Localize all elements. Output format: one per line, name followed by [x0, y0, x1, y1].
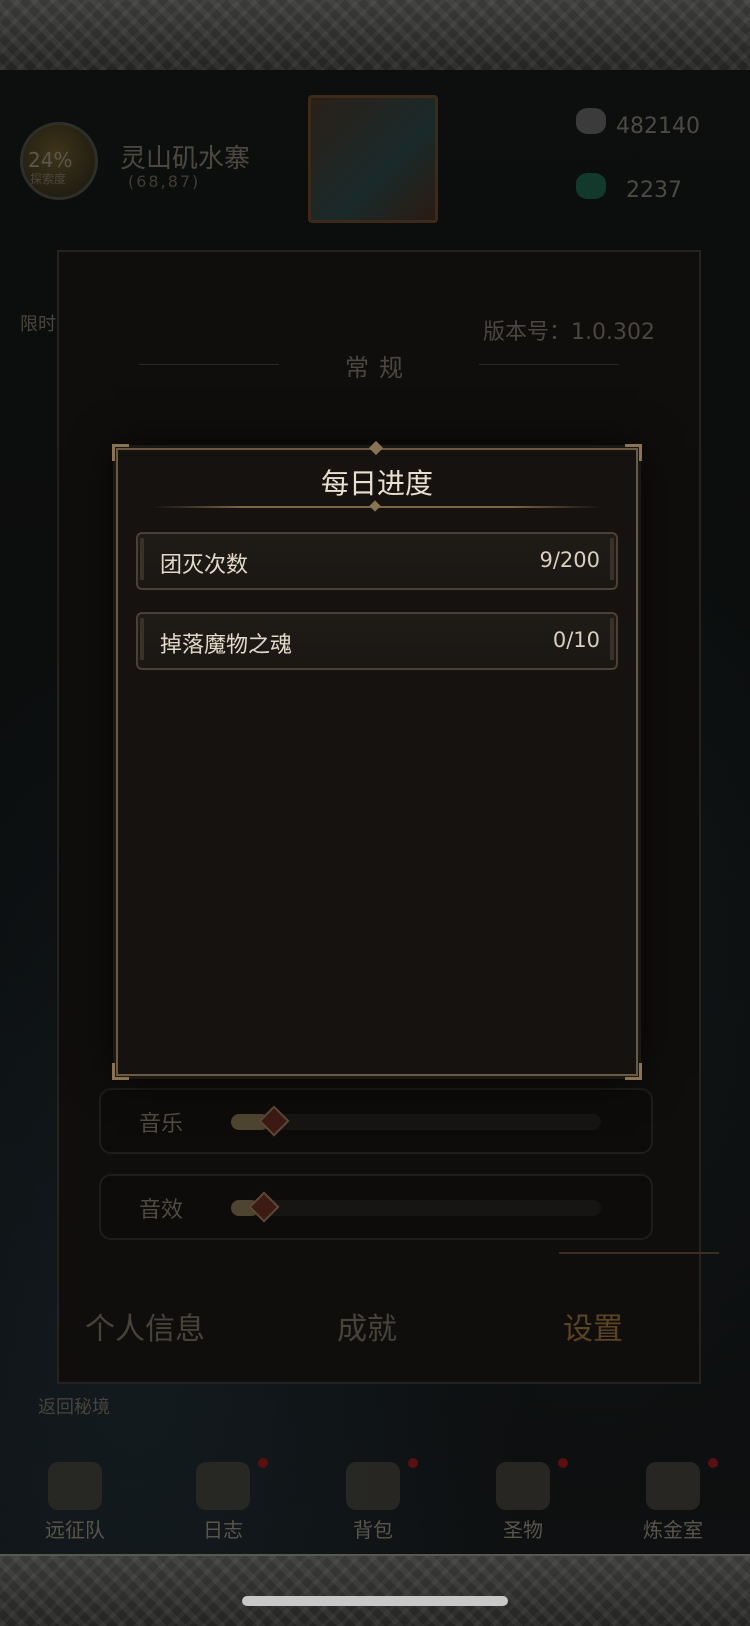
sfx-slider-row: 音效 — [99, 1174, 653, 1240]
divider — [139, 364, 279, 365]
backpack-icon — [346, 1462, 400, 1510]
music-slider-row: 音乐 — [99, 1088, 653, 1154]
divider — [479, 364, 619, 365]
alchemy-icon — [646, 1462, 700, 1510]
sfx-slider-knob[interactable] — [248, 1191, 280, 1223]
progress-row-monster-souls: 掉落魔物之魂 0/10 — [136, 612, 618, 670]
home-indicator[interactable] — [242, 1596, 508, 1606]
sfx-slider-track[interactable] — [231, 1191, 601, 1223]
daily-progress-modal: 每日进度 团灭次数 9/200 掉落魔物之魂 0/10 — [112, 440, 642, 1080]
relic-icon — [496, 1462, 550, 1510]
nav-journal: 日志 — [168, 1458, 278, 1552]
music-slider-track[interactable] — [231, 1105, 601, 1137]
currency-silver: 482140 — [616, 114, 700, 139]
green-gem-icon — [576, 173, 606, 199]
nav-label: 圣物 — [503, 1518, 543, 1542]
limited-event-label: 限时 — [20, 314, 56, 335]
progress-name: 团灭次数 — [160, 553, 249, 578]
bottom-bezel — [0, 1554, 750, 1626]
silver-ore-icon — [576, 108, 606, 134]
progress-value: 0/10 — [552, 628, 600, 652]
version-label: 版本号：1.0.302 — [483, 320, 655, 345]
nav-alchemy: 炼金室 — [618, 1458, 728, 1552]
music-label: 音乐 — [139, 1112, 184, 1137]
boss-portrait — [308, 95, 438, 223]
progress-row-team-wipes: 团灭次数 9/200 — [136, 532, 618, 590]
music-slider-knob[interactable] — [258, 1105, 290, 1137]
explore-progress-label: 探索度 — [30, 172, 67, 186]
settings-panel-tabs: 个人信息 成就 设置 — [59, 1282, 699, 1362]
location-name: 灵山矶水寨 — [120, 144, 251, 174]
nav-label: 炼金室 — [643, 1518, 703, 1542]
tab-profile[interactable]: 个人信息 — [85, 1304, 205, 1348]
active-tab-indicator — [559, 1252, 719, 1254]
progress-name: 掉落魔物之魂 — [160, 633, 293, 658]
top-bezel — [0, 0, 750, 72]
notification-dot — [258, 1458, 268, 1468]
return-to-realm-link: 返回秘境 — [38, 1397, 110, 1418]
currency-gem: 2237 — [626, 178, 682, 203]
location-coords: (68,87) — [128, 172, 201, 191]
helmet-icon — [48, 1462, 102, 1510]
tab-settings[interactable]: 设置 — [563, 1304, 623, 1348]
tab-achievements[interactable]: 成就 — [337, 1304, 397, 1348]
frame-corner — [112, 1063, 129, 1080]
frame-corner — [625, 444, 642, 461]
nav-relics: 圣物 — [468, 1458, 578, 1552]
notification-dot — [708, 1458, 718, 1468]
nav-label: 远征队 — [45, 1518, 105, 1542]
notification-dot — [558, 1458, 568, 1468]
frame-corner — [625, 1063, 642, 1080]
nav-expedition: 远征队 — [20, 1462, 130, 1552]
sfx-label: 音效 — [139, 1198, 184, 1223]
diamond-ornament-icon — [369, 500, 381, 512]
modal-title: 每日进度 — [320, 467, 433, 500]
section-general-header: 常规 — [345, 354, 413, 382]
scroll-icon — [196, 1462, 250, 1510]
notification-dot — [408, 1458, 418, 1468]
explore-progress-percent: 24% — [28, 148, 73, 172]
frame-corner — [112, 444, 129, 461]
nav-backpack: 背包 — [318, 1458, 428, 1552]
nav-label: 背包 — [353, 1518, 393, 1542]
progress-value: 9/200 — [539, 548, 600, 572]
nav-label: 日志 — [203, 1518, 243, 1542]
